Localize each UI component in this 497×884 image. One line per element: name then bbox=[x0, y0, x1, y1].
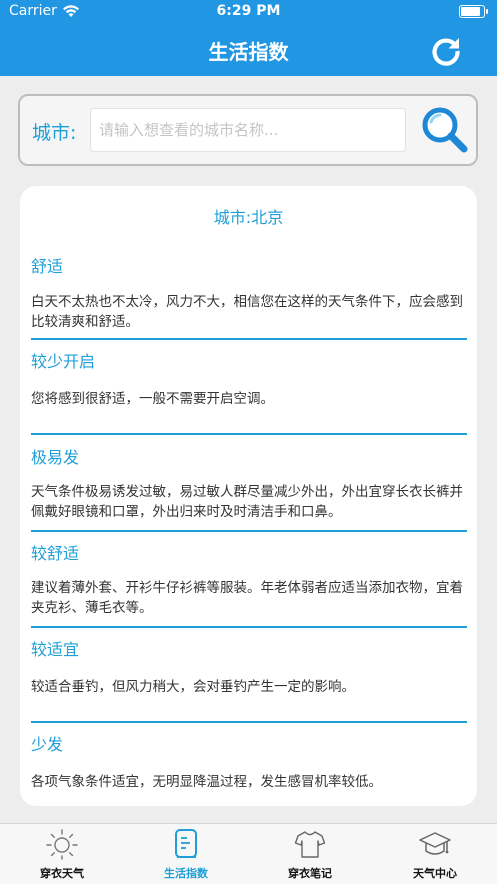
divider bbox=[31, 433, 467, 435]
tab-life-index[interactable]: 生活指数 bbox=[124, 824, 248, 884]
index-item-desc: 较适合垂钓，但风力稍大，会对垂钓产生一定的影响。 bbox=[31, 679, 355, 695]
index-item-desc: 您将感到很舒适，一般不需要开启空调。 bbox=[31, 391, 274, 407]
tab-label: 穿衣笔记 bbox=[288, 867, 332, 880]
index-item-title: 较少开启 bbox=[31, 352, 96, 371]
status-bar: Carrier 6:29 PM bbox=[0, 0, 497, 24]
refresh-icon[interactable] bbox=[428, 33, 464, 69]
divider bbox=[31, 338, 467, 340]
sun-icon bbox=[46, 829, 78, 860]
city-label: 城市: bbox=[32, 122, 77, 144]
index-item: 舒适 白天不太热也不太冷，风力不大，相信您在这样的天气条件下，应会感到比较清爽和… bbox=[31, 253, 467, 332]
index-item: 较适宜 较适合垂钓，但风力稍大，会对垂钓产生一定的影响。 bbox=[31, 636, 467, 697]
index-item: 较少开启 您将感到很舒适，一般不需要开启空调。 bbox=[31, 348, 467, 409]
tab-clothing-weather[interactable]: 穿衣天气 bbox=[0, 824, 124, 884]
index-item-title: 极易发 bbox=[31, 448, 80, 467]
tshirt-icon bbox=[294, 831, 326, 858]
top-bar: Carrier 6:29 PM 生活指数 bbox=[0, 0, 497, 76]
tab-label: 穿衣天气 bbox=[40, 867, 84, 880]
index-item: 极易发 天气条件极易诱发过敏，易过敏人群尽量减少外出，外出宜穿长衣长裤并佩戴好眼… bbox=[31, 444, 467, 522]
index-item: 少发 各项气象条件适宜，无明显降温过程，发生感冒机率较低。 bbox=[31, 731, 467, 792]
battery-icon bbox=[459, 5, 488, 18]
search-bar: 城市: bbox=[18, 94, 478, 166]
index-item-title: 少发 bbox=[31, 735, 64, 754]
index-item-desc: 天气条件极易诱发过敏，易过敏人群尽量减少外出，外出宜穿长衣长裤并佩戴好眼镜和口罩… bbox=[31, 484, 463, 520]
status-time: 6:29 PM bbox=[216, 3, 281, 19]
divider bbox=[31, 626, 467, 628]
index-item-title: 较舒适 bbox=[31, 544, 80, 563]
index-item-desc: 建议着薄外套、开衫牛仔衫裤等服装。年老体弱者应适当添加衣物，宜着夹克衫、薄毛衣等… bbox=[31, 580, 463, 616]
city-search-input[interactable] bbox=[90, 108, 406, 152]
index-item: 较舒适 建议着薄外套、开衫牛仔衫裤等服装。年老体弱者应适当添加衣物，宜着夹克衫、… bbox=[31, 540, 467, 618]
divider bbox=[31, 721, 467, 723]
search-icon[interactable] bbox=[418, 104, 470, 156]
index-item-desc: 各项气象条件适宜，无明显降温过程，发生感冒机率较低。 bbox=[31, 774, 382, 790]
graduation-cap-icon bbox=[419, 832, 451, 855]
document-icon bbox=[175, 829, 197, 858]
life-index-card: 城市:北京 舒适 白天不太热也不太冷，风力不大，相信您在这样的天气条件下，应会感… bbox=[20, 186, 477, 806]
tab-label: 生活指数 bbox=[164, 867, 208, 880]
tab-bar: 穿衣天气 生活指数 穿衣笔记 天气中心 bbox=[0, 823, 497, 884]
tab-clothing-notes[interactable]: 穿衣笔记 bbox=[248, 824, 372, 884]
divider bbox=[31, 530, 467, 532]
index-item-title: 舒适 bbox=[31, 257, 64, 276]
card-city-title: 城市:北京 bbox=[213, 208, 284, 227]
index-item-desc: 白天不太热也不太冷，风力不大，相信您在这样的天气条件下，应会感到比较清爽和舒适。 bbox=[31, 294, 463, 330]
page-title: 生活指数 bbox=[208, 40, 289, 64]
tab-weather-center[interactable]: 天气中心 bbox=[373, 824, 497, 884]
tab-label: 天气中心 bbox=[413, 867, 457, 880]
index-item-title: 较适宜 bbox=[31, 640, 80, 659]
